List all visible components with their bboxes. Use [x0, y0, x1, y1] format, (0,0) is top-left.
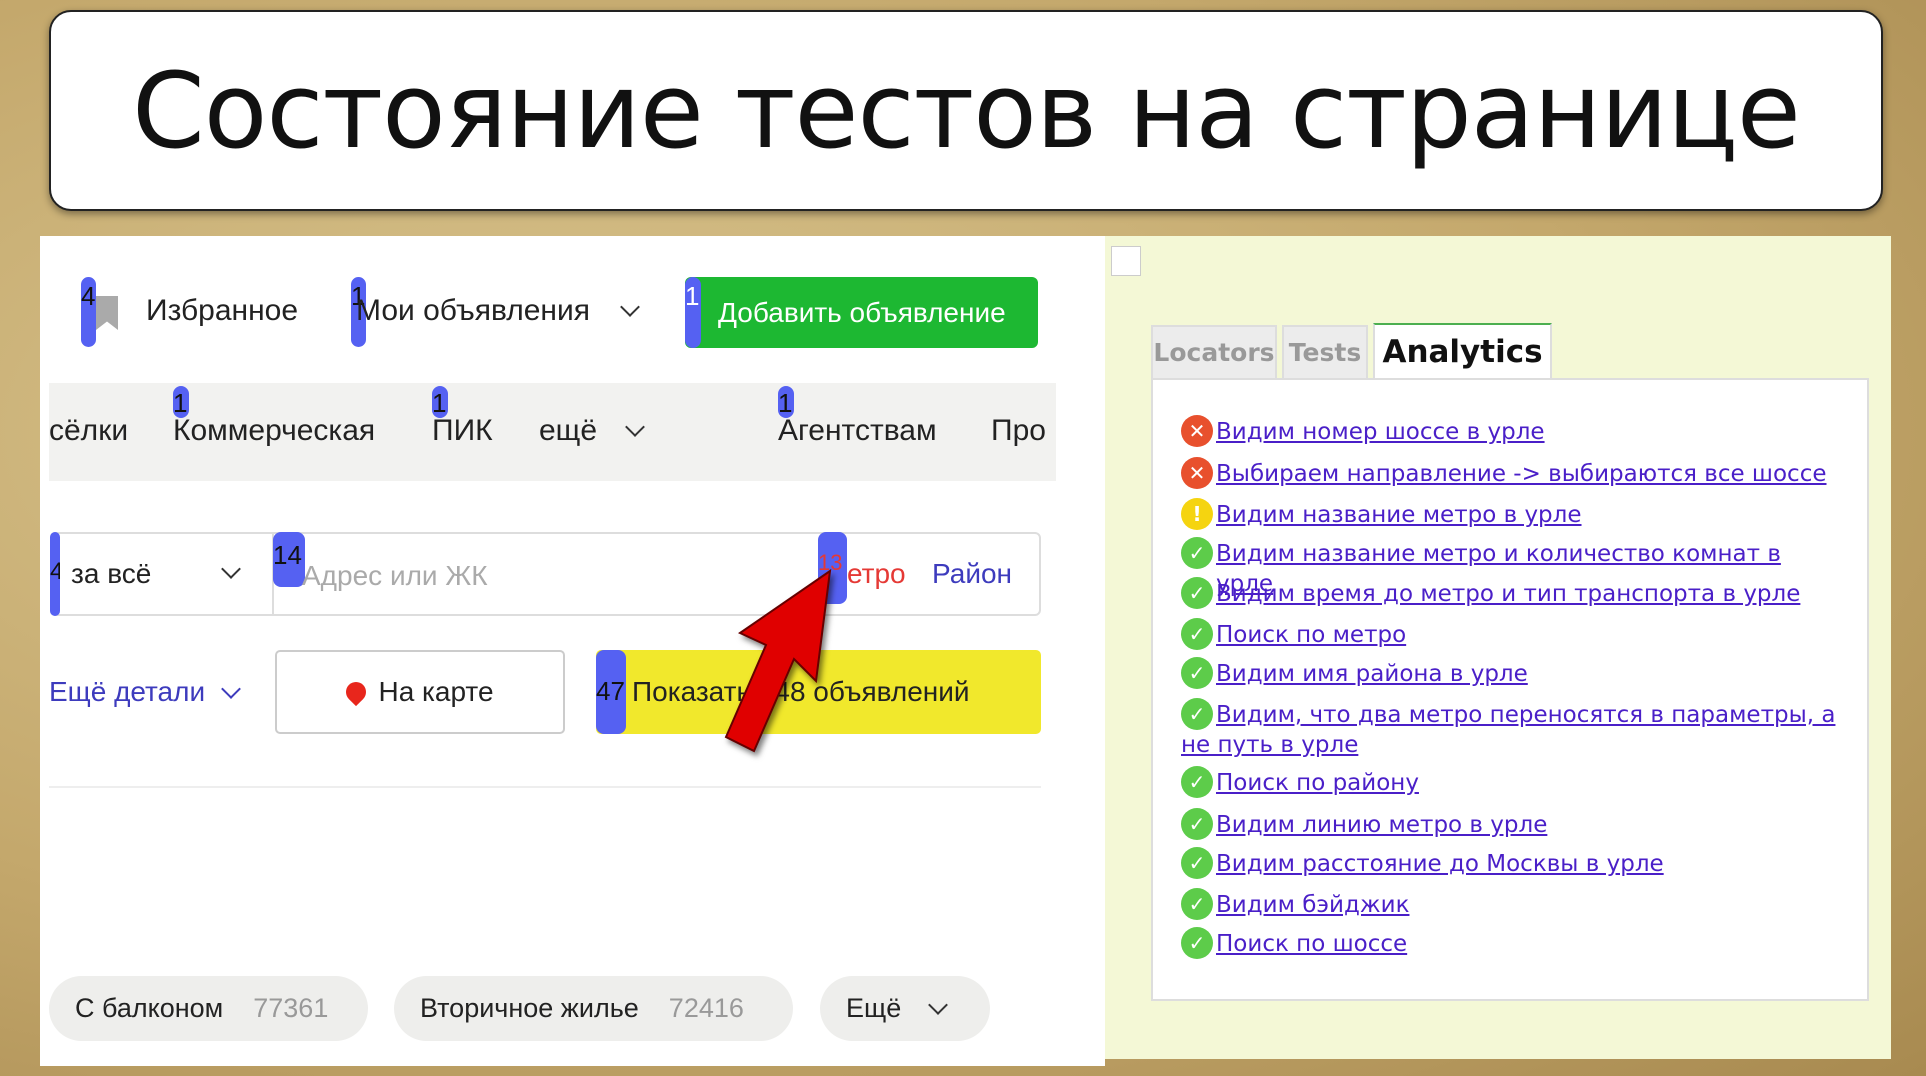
tab-locators[interactable]: Locators — [1151, 325, 1277, 378]
check-icon: ✓ — [1181, 847, 1213, 879]
test-item[interactable]: ✓ Поиск по шоссе — [1181, 927, 1841, 959]
check-icon: ✓ — [1181, 927, 1213, 959]
district-button[interactable]: Район — [932, 558, 1012, 590]
test-link[interactable]: Видим имя района в урле — [1181, 659, 1841, 689]
slide-title-box: Состояние тестов на странице — [49, 10, 1883, 211]
address-input[interactable]: Адрес или ЖК — [302, 560, 488, 592]
warning-icon: ! — [1181, 498, 1213, 530]
nav-item-pik[interactable]: ПИК — [432, 414, 493, 448]
nav-item[interactable]: сёлки — [49, 414, 128, 448]
divider — [49, 786, 1041, 788]
map-pin-icon — [342, 677, 371, 707]
test-count-badge: 4 — [50, 532, 60, 616]
test-item[interactable]: ✓ Видим расстояние до Москвы в урле — [1181, 847, 1841, 879]
panel-toggle-checkbox[interactable] — [1111, 246, 1141, 276]
my-ads-dropdown[interactable]: Мои объявления — [356, 294, 590, 328]
test-link[interactable]: Поиск по шоссе — [1181, 929, 1841, 959]
test-item[interactable]: ✓ Видим время до метро и тип транспорта в… — [1181, 577, 1841, 609]
test-link[interactable]: Видим время до метро и тип транспорта в … — [1181, 579, 1841, 609]
chip-more[interactable]: Ещё — [820, 976, 990, 1041]
test-item[interactable]: ✕ Выбираем направление -> выбираются все … — [1181, 457, 1841, 489]
check-icon: ✓ — [1181, 698, 1213, 730]
red-arrow-pointer — [724, 568, 832, 753]
fail-icon: ✕ — [1181, 415, 1213, 447]
favorites-link[interactable]: Избранное — [146, 294, 298, 328]
test-item[interactable]: ! Видим название метро в урле — [1181, 498, 1841, 530]
test-link[interactable]: Поиск по району — [1181, 768, 1841, 798]
check-icon: ✓ — [1181, 657, 1213, 689]
chip-count: 77361 — [253, 993, 329, 1023]
test-count-badge: 47 — [596, 650, 626, 734]
chip-label: Ещё — [846, 993, 902, 1023]
test-link[interactable]: Видим расстояние до Москвы в урле — [1181, 849, 1841, 879]
slide-title: Состояние тестов на странице — [132, 49, 1801, 172]
test-count-badge: 1 — [685, 277, 701, 348]
test-item[interactable]: ✓ Видим бэйджик — [1181, 888, 1841, 920]
add-ad-button[interactable]: 1 Добавить объявление — [685, 277, 1038, 348]
tab-analytics[interactable]: Analytics — [1373, 323, 1552, 378]
price-select[interactable]: за всё — [71, 558, 151, 590]
tab-tests[interactable]: Tests — [1282, 325, 1368, 378]
check-icon: ✓ — [1181, 766, 1213, 798]
map-button-label: На карте — [378, 676, 494, 707]
check-icon: ✓ — [1181, 618, 1213, 650]
check-icon: ✓ — [1181, 808, 1213, 840]
test-link[interactable]: Выбираем направление -> выбираются все ш… — [1181, 459, 1841, 489]
arrow-icon — [724, 568, 832, 753]
test-link[interactable]: Видим номер шоссе в урле — [1181, 417, 1841, 447]
chip-label: Вторичное жилье — [420, 993, 639, 1023]
map-button[interactable]: На карте — [275, 650, 565, 734]
chip-secondary[interactable]: Вторичное жилье 72416 — [394, 976, 793, 1041]
chip-count: 72416 — [668, 993, 744, 1023]
check-icon: ✓ — [1181, 577, 1213, 609]
test-link[interactable]: Видим линию метро в урле — [1181, 810, 1841, 840]
test-link[interactable]: Видим название метро в урле — [1181, 500, 1841, 530]
test-link[interactable]: Видим, что два метро переносятся в парам… — [1181, 700, 1841, 760]
add-ad-label: Добавить объявление — [718, 296, 1006, 328]
nav-item-agencies[interactable]: Агентствам — [778, 414, 937, 448]
test-item[interactable]: ✓ Видим имя района в урле — [1181, 657, 1841, 689]
test-item[interactable]: ✓ Видим, что два метро переносятся в пара… — [1181, 698, 1841, 760]
chip-balcony[interactable]: С балконом 77361 — [49, 976, 368, 1041]
chip-label: С балконом — [75, 993, 224, 1023]
test-item[interactable]: ✓ Видим линию метро в урле — [1181, 808, 1841, 840]
chevron-down-icon — [928, 994, 949, 1015]
check-icon: ✓ — [1181, 888, 1213, 920]
test-link[interactable]: Поиск по метро — [1181, 620, 1841, 650]
nav-item-commercial[interactable]: Коммерческая — [173, 414, 375, 448]
test-link[interactable]: Видим бэйджик — [1181, 890, 1841, 920]
fail-icon: ✕ — [1181, 457, 1213, 489]
more-details-link[interactable]: Ещё детали — [49, 676, 205, 708]
test-item[interactable]: ✓ Поиск по метро — [1181, 618, 1841, 650]
test-item[interactable]: ✓ Поиск по району — [1181, 766, 1841, 798]
check-icon: ✓ — [1181, 537, 1213, 569]
test-count-badge: 4 — [81, 277, 96, 347]
nav-more[interactable]: ещё — [539, 414, 597, 448]
test-count-badge: 14 — [273, 532, 305, 587]
nav-item[interactable]: Про — [991, 414, 1056, 448]
test-item[interactable]: ✕ Видим номер шоссе в урле — [1181, 415, 1841, 447]
